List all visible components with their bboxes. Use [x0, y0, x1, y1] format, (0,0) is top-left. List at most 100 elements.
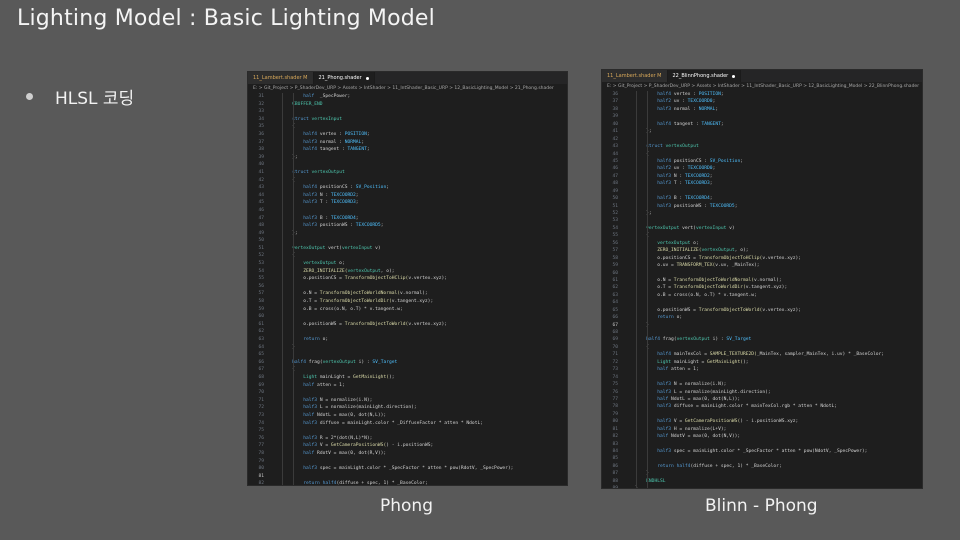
code-line[interactable]: 45 half4 positionCS : SV_Position; — [602, 158, 922, 165]
code-line[interactable]: 44 { — [602, 151, 922, 158]
code-line[interactable]: 36 half4 vertex : POSITION; — [248, 131, 567, 139]
code-line[interactable]: 64 — [602, 299, 922, 306]
code-line[interactable]: 47 half3 N : TEXCOORD2; — [602, 173, 922, 180]
code-line[interactable]: 59 o.B = cross(o.N, o.T) * v.tangent.w; — [248, 306, 567, 314]
code-line[interactable]: 37 half2 uv : TEXCOORD0; — [602, 98, 922, 105]
code-line[interactable]: 46 — [248, 207, 567, 215]
code-line[interactable]: 67 { — [248, 366, 567, 374]
code-line[interactable]: 60 — [602, 270, 922, 277]
code-line[interactable]: 55 o.positionCS = TransformObjectToHClip… — [248, 275, 567, 283]
code-line[interactable]: 75 half3 N = normalize(i.N); — [602, 381, 922, 388]
code-line[interactable]: 38 half4 tangent : TANGENT; — [248, 146, 567, 154]
code-line[interactable]: 53 — [602, 217, 922, 224]
code-line[interactable]: 61 o.N = TransformObjectToWorldNormal(v.… — [602, 277, 922, 284]
code-line[interactable]: 58 o.positionCS = TransformObjectToHClip… — [602, 255, 922, 262]
code-line[interactable]: 86 return half4(diffuse + spec, 1) * _Ba… — [602, 463, 922, 470]
code-line[interactable]: 52 { — [248, 252, 567, 260]
code-line[interactable]: 51 vertexOutput vert(vertexInput v) — [248, 245, 567, 253]
code-line[interactable]: 69 half atten = 1; — [248, 382, 567, 390]
code-line[interactable]: 40 — [248, 161, 567, 169]
code-line[interactable]: 88 ENDHLSL — [602, 478, 922, 485]
code-line[interactable]: 81 — [248, 473, 567, 481]
code-line[interactable]: 31 half _SpecPower; — [248, 93, 567, 101]
breadcrumb[interactable]: E: > Git_Project > P_ShaderDev_URP > Ass… — [248, 84, 567, 93]
code-line[interactable]: 78 half3 diffuse = mainLight.color * mai… — [602, 403, 922, 410]
code-area[interactable]: 36 half4 vertex : POSITION; 37 half2 uv :… — [602, 91, 922, 488]
code-line[interactable]: 68 — [602, 329, 922, 336]
code-line[interactable]: 80 half3 spec = mainLight.color * _SpecF… — [248, 465, 567, 473]
code-line[interactable]: 87 } — [602, 470, 922, 477]
code-line[interactable]: 48 half3 positionWS : TEXCOORD5; — [248, 222, 567, 230]
code-line[interactable]: 71 half3 N = normalize(i.N); — [248, 397, 567, 405]
code-line[interactable]: 66 half4 frag(vertexOutput i) : SV_Targe… — [248, 359, 567, 367]
code-line[interactable]: 35 { — [248, 123, 567, 131]
code-line[interactable]: 36 half4 vertex : POSITION; — [602, 91, 922, 98]
code-line[interactable]: 38 half3 normal : NORMAL; — [602, 106, 922, 113]
code-line[interactable]: 41 }; — [602, 128, 922, 135]
code-line[interactable]: 59 o.uv = TRANSFORM_TEX(v.uv, _MainTex); — [602, 262, 922, 269]
code-line[interactable]: 60 — [248, 313, 567, 321]
code-line[interactable]: 77 half3 V = GetCameraPositionWS() - i.p… — [248, 442, 567, 450]
code-line[interactable]: 74 — [602, 374, 922, 381]
code-line[interactable]: 75 — [248, 427, 567, 435]
code-line[interactable]: 43 half4 positionCS : SV_Position; — [248, 184, 567, 192]
code-line[interactable]: 89 } — [602, 485, 922, 488]
code-line[interactable]: 77 half NdotL = max(0, dot(N,L)); — [602, 396, 922, 403]
code-line[interactable]: 58 o.T = TransformObjectToWorldDir(v.tan… — [248, 298, 567, 306]
code-line[interactable]: 72 half3 L = normalize(mainLight.directi… — [248, 404, 567, 412]
code-line[interactable]: 69 half4 frag(vertexOutput i) : SV_Targe… — [602, 336, 922, 343]
code-line[interactable]: 73 half NdotL = max(0, dot(N,L)); — [248, 412, 567, 420]
code-line[interactable]: 51 half3 positionWS : TEXCOORD5; — [602, 203, 922, 210]
code-line[interactable]: 70 — [248, 389, 567, 397]
code-line[interactable]: 62 o.T = TransformObjectToWorldDir(v.tan… — [602, 284, 922, 291]
code-line[interactable]: 50 — [248, 237, 567, 245]
code-line[interactable]: 65 o.positionWS = TransformObjectToWorld… — [602, 307, 922, 314]
tab-lambert-shader[interactable]: 11_Lambert.shader M — [602, 70, 668, 82]
code-line[interactable]: 63 return o; — [248, 336, 567, 344]
code-line[interactable]: 81 half3 H = normalize(L+V); — [602, 426, 922, 433]
code-line[interactable]: 49 — [602, 188, 922, 195]
code-line[interactable]: 33 — [248, 108, 567, 116]
code-line[interactable]: 39 — [602, 113, 922, 120]
code-line[interactable]: 85 — [602, 455, 922, 462]
code-line[interactable]: 48 half3 T : TEXCOORD3; — [602, 180, 922, 187]
code-line[interactable]: 63 o.B = cross(o.N, o.T) * v.tangent.w; — [602, 292, 922, 299]
code-line[interactable]: 70 { — [602, 344, 922, 351]
code-line[interactable]: 52 }; — [602, 210, 922, 217]
code-line[interactable]: 40 half4 tangent : TANGENT; — [602, 121, 922, 128]
code-line[interactable]: 82 half NdotV = max(0, dot(N,V)); — [602, 433, 922, 440]
tab-blinnphong-shader[interactable]: 22_BlinnPhong.shader — [667, 70, 742, 82]
code-line[interactable]: 76 half3 L = normalize(mainLight.directi… — [602, 389, 922, 396]
code-line[interactable]: 65 — [248, 351, 567, 359]
code-line[interactable]: 74 half3 diffuse = mainLight.color * _Di… — [248, 420, 567, 428]
code-line[interactable]: 47 half3 B : TEXCOORD4; — [248, 215, 567, 223]
code-area[interactable]: 31 half _SpecPower; 32 CBUFFER_END 33 34 st… — [248, 93, 567, 485]
code-line[interactable]: 84 half3 spec = mainLight.color * _SpecF… — [602, 448, 922, 455]
code-line[interactable]: 61 o.positionWS = TransformObjectToWorld… — [248, 321, 567, 329]
code-line[interactable]: 34 struct vertexInput — [248, 116, 567, 124]
code-line[interactable]: 46 half2 uv : TEXCOORD0; — [602, 165, 922, 172]
code-line[interactable]: 78 half RdotV = max(0, dot(R,V)); — [248, 450, 567, 458]
code-line[interactable]: 56 vertexOutput o; — [602, 240, 922, 247]
code-line[interactable]: 79 — [602, 411, 922, 418]
code-line[interactable]: 83 — [602, 441, 922, 448]
code-line[interactable]: 55 { — [602, 232, 922, 239]
code-line[interactable]: 67 } — [602, 322, 922, 329]
code-line[interactable]: 45 half3 T : TEXCOORD3; — [248, 199, 567, 207]
code-line[interactable]: 42 — [602, 136, 922, 143]
code-line[interactable]: 39 }; — [248, 154, 567, 162]
code-line[interactable]: 76 half3 R = 2*(dot(N,L)*N); — [248, 435, 567, 443]
tab-lambert-shader[interactable]: 11_Lambert.shader M — [248, 72, 314, 84]
code-line[interactable]: 79 — [248, 458, 567, 466]
code-line[interactable]: 54 ZERO_INITIALIZE(vertexOutput, o); — [248, 268, 567, 276]
code-line[interactable]: 57 o.N = TransformObjectToWorldNormal(v.… — [248, 290, 567, 298]
tab-phong-shader[interactable]: 21_Phong.shader — [313, 72, 375, 84]
code-line[interactable]: 49 }; — [248, 230, 567, 238]
code-line[interactable]: 54 vertexOutput vert(vertexInput v) — [602, 225, 922, 232]
breadcrumb[interactable]: E: > Git_Project > P_ShaderDev_URP > Ass… — [602, 82, 922, 91]
code-line[interactable]: 73 half atten = 1; — [602, 366, 922, 373]
code-line[interactable]: 43 struct vertexOutput — [602, 143, 922, 150]
code-line[interactable]: 41 struct vertexOutput — [248, 169, 567, 177]
code-line[interactable]: 62 — [248, 328, 567, 336]
code-line[interactable]: 72 Light mainLight = GetMainLight(); — [602, 359, 922, 366]
